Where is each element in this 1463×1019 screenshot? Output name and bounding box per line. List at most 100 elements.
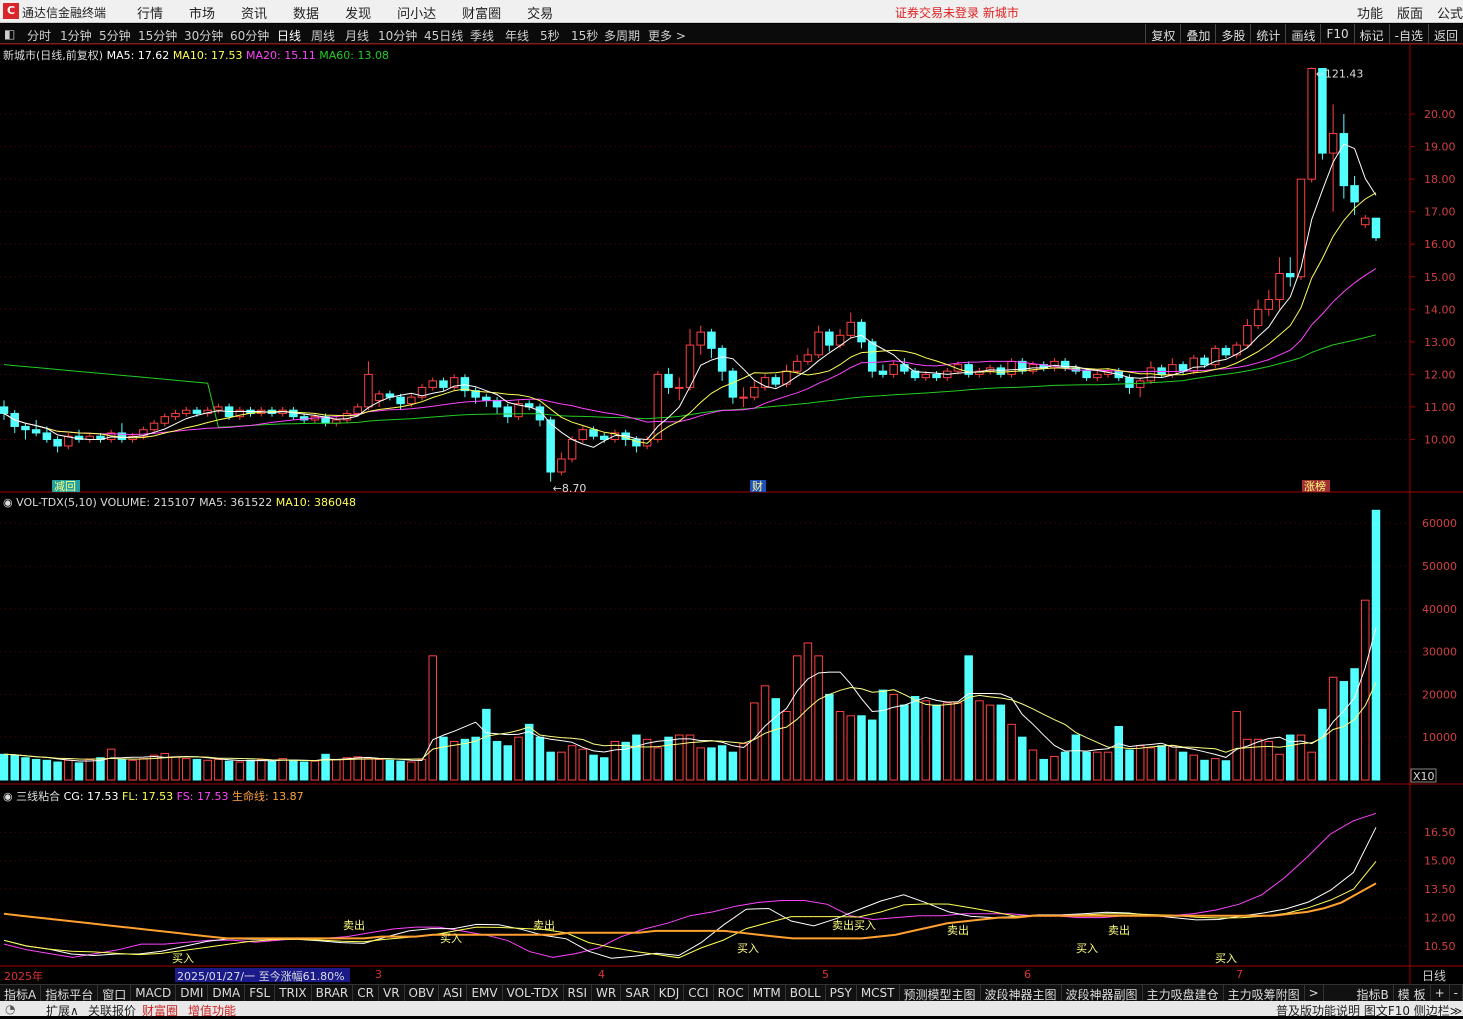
indicator-tab-3[interactable]: MACD <box>131 985 177 1001</box>
volume-bar <box>42 759 52 781</box>
indicator-tab-24[interactable]: MCST <box>857 985 900 1001</box>
signal-label: 卖出 <box>343 918 365 932</box>
date-year: 2025年 <box>4 970 43 983</box>
indicator-tab-29[interactable]: 主力吸筹附图 <box>1224 985 1305 1002</box>
indicator-tab-28[interactable]: 主力吸盘建仓 <box>1143 985 1224 1002</box>
indicator-tab-0[interactable]: 指标A <box>0 985 42 1002</box>
volume-bar <box>171 756 180 781</box>
indicator-tab-7[interactable]: TRIX <box>275 985 312 1001</box>
candle-body <box>846 321 856 336</box>
indicator-tab-32[interactable]: 模 板 <box>1394 985 1431 1002</box>
candle-body <box>1361 217 1370 226</box>
indicator-tab-16[interactable]: WR <box>592 985 622 1001</box>
toggle-icon[interactable]: ◔ <box>5 1002 15 1016</box>
volume-bar <box>1264 740 1274 781</box>
candle-body <box>1275 273 1284 301</box>
volume-bar <box>417 758 427 781</box>
candle-body <box>996 367 1006 375</box>
volume-bar <box>707 747 716 781</box>
candle-body <box>664 373 673 388</box>
footer-item-1[interactable]: 关联报价 <box>88 1002 136 1019</box>
candle-body <box>374 393 384 401</box>
kline-chart[interactable]: 20.00 19.00 18.00 17.00 16.00 15.00 14.00 13.00… <box>0 0 1463 1016</box>
indicator-tab-2[interactable]: 窗口 <box>98 985 132 1002</box>
volume-bar <box>685 734 695 781</box>
volume-bar <box>1371 509 1381 781</box>
volume-bar <box>407 761 416 781</box>
volume-bar <box>353 756 362 781</box>
indicator-tab-30[interactable]: > <box>1305 985 1324 1001</box>
indicator-tab-1[interactable]: 指标平台 <box>41 985 99 1002</box>
volume-bar <box>0 753 9 781</box>
volume-bar <box>289 759 298 781</box>
event-tag[interactable]: 财 <box>752 479 763 493</box>
volume-bar <box>857 715 866 781</box>
indicator-tab-4[interactable]: DMI <box>176 985 209 1001</box>
signal-label: 卖出买入 <box>832 918 876 932</box>
candle-body <box>1243 325 1252 346</box>
volume-bar <box>74 762 84 781</box>
indicator-tab-11[interactable]: OBV <box>405 985 440 1001</box>
indicator-tab-12[interactable]: ASI <box>439 985 468 1001</box>
indicator-tab-5[interactable]: DMA <box>208 985 246 1001</box>
event-tag[interactable]: 涨榜 <box>1304 479 1326 493</box>
volume-bar <box>1050 755 1059 781</box>
ind-axis-label: 10.50 <box>1424 940 1456 953</box>
month-label-0: 3 <box>375 968 382 981</box>
indicator-tab-26[interactable]: 波段神器主图 <box>981 985 1062 1002</box>
vol-unit-label: X10 <box>1413 770 1435 783</box>
candle-body <box>857 321 866 343</box>
volume-bar <box>835 711 845 781</box>
volume-bar <box>1361 599 1370 781</box>
candle-body <box>503 406 513 418</box>
candle-body <box>750 386 759 398</box>
volume-bar <box>1178 751 1188 781</box>
footer-right[interactable]: 普及版功能说明 图文F10 侧边栏≫ <box>1276 1002 1462 1019</box>
indicator-tab-21[interactable]: MTM <box>749 985 786 1001</box>
ind-axis-label: 15.00 <box>1424 855 1456 868</box>
volume-bar <box>321 753 330 781</box>
indicator-tab-8[interactable]: BRAR <box>312 985 354 1001</box>
price-axis-label: 16.00 <box>1424 238 1456 251</box>
footer-item-2[interactable]: 财富圈 <box>142 1002 178 1019</box>
indicator-tab-34[interactable]: - <box>1450 985 1463 1001</box>
volume-bar <box>642 738 652 781</box>
indicator-tab-10[interactable]: VR <box>379 985 405 1001</box>
volume-bar <box>771 698 781 781</box>
signal-label: 买入 <box>172 952 194 965</box>
indicator-tab-13[interactable]: EMV <box>467 985 503 1001</box>
indicator-tab-6[interactable]: FSL <box>245 985 276 1001</box>
indicator-tab-23[interactable]: PSY <box>826 985 857 1001</box>
volume-bar <box>1307 751 1316 781</box>
low-price-label: ←8.70 <box>553 482 587 495</box>
candle-body <box>1135 380 1145 388</box>
candle-body <box>792 360 802 372</box>
indicator-tab-18[interactable]: KDJ <box>655 985 685 1001</box>
candle-body <box>1125 377 1134 388</box>
volume-bar <box>203 759 212 781</box>
volume-bar <box>1232 711 1241 781</box>
footer-item-3[interactable]: 增值功能 <box>188 1002 236 1019</box>
indicator-tab-22[interactable]: BOLL <box>786 985 826 1001</box>
volume-bar <box>696 747 705 781</box>
indicator-tab-9[interactable]: CR <box>353 985 379 1001</box>
indicator-tab-33[interactable]: + <box>1431 985 1450 1001</box>
indicator-tab-19[interactable]: CCI <box>684 985 714 1001</box>
indicator-tab-31[interactable]: 指标B <box>1353 985 1394 1002</box>
candle-body <box>428 380 438 388</box>
fl-line <box>3 861 1377 959</box>
indicator-tab-20[interactable]: ROC <box>714 985 749 1001</box>
volume-bar <box>578 748 588 781</box>
volume-bar <box>1189 754 1199 781</box>
volume-bar <box>1318 708 1327 781</box>
signal-label: 买入 <box>737 942 759 955</box>
indicator-tab-14[interactable]: VOL-TDX <box>503 985 564 1001</box>
indicator-tab-15[interactable]: RSI <box>564 985 593 1001</box>
indicator-tab-17[interactable]: SAR <box>621 985 655 1001</box>
indicator-tab-27[interactable]: 波段神器副图 <box>1062 985 1143 1002</box>
candle-body <box>1328 133 1338 154</box>
event-tag[interactable]: 减回 <box>54 480 76 493</box>
vol-axis-label: 30000 <box>1422 646 1457 659</box>
footer-item-0[interactable]: 扩展∧ <box>46 1002 79 1019</box>
indicator-tab-25[interactable]: 预测模型主图 <box>900 985 981 1002</box>
